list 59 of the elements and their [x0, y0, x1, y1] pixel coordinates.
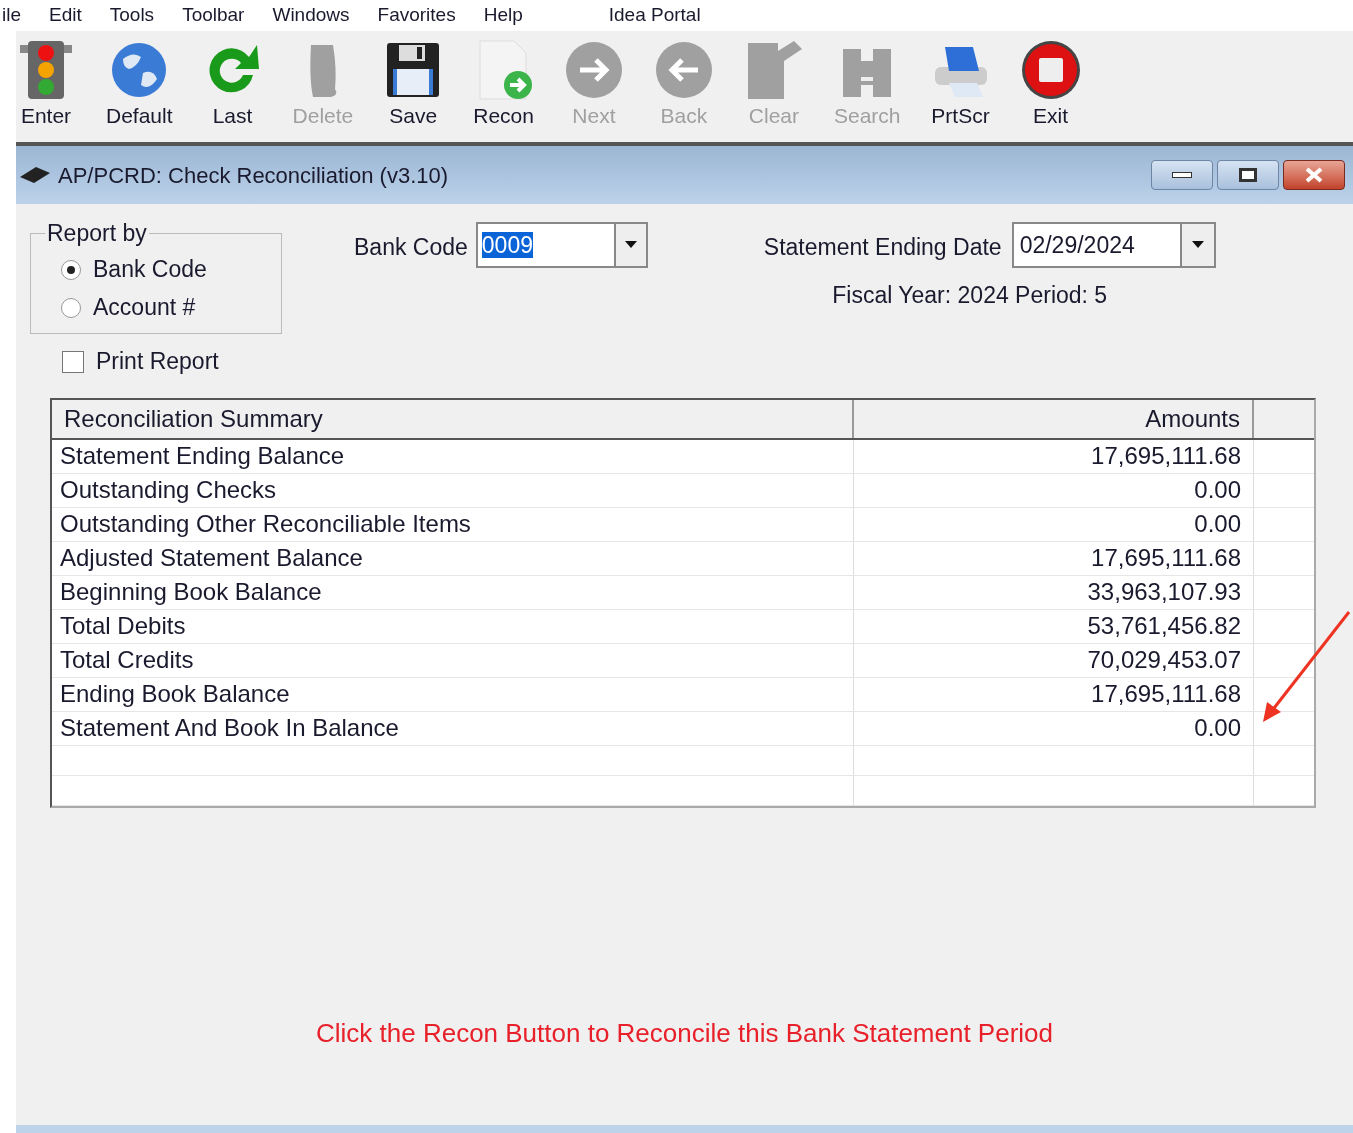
close-button[interactable] [1283, 160, 1345, 190]
menu-item[interactable]: Edit [49, 1, 82, 30]
minimize-button[interactable] [1151, 160, 1213, 190]
stop-icon [1020, 39, 1081, 101]
table-cell: Adjusted Statement Balance [52, 541, 854, 575]
radio-button[interactable] [61, 259, 81, 280]
close-icon [1304, 167, 1324, 183]
column-header: Reconciliation Summary [52, 399, 854, 438]
toolbar-button[interactable]: Enter [16, 39, 76, 131]
field-label: Bank Code [354, 233, 468, 262]
chip-icon [18, 165, 52, 185]
table-cell: 17,695,111.68 [854, 677, 1254, 711]
dropdown-caret-icon [1191, 241, 1204, 249]
toolbar-button[interactable]: Save [383, 39, 444, 131]
table-cell: 70,029,453.07 [854, 643, 1254, 677]
maximize-button[interactable] [1217, 160, 1279, 190]
menu-item[interactable]: Favorites [377, 1, 456, 30]
bank-code-dropdown[interactable]: 0009 [475, 222, 648, 268]
fiscal-period-text: Fiscal Year: 2024 Period: 5 [832, 281, 1108, 310]
table-cell: Beginning Book Balance [52, 575, 854, 609]
checkbox[interactable] [62, 350, 84, 373]
radio-option[interactable]: Account # [61, 288, 281, 327]
menu-item[interactable]: Tools [109, 1, 155, 30]
table-cell: 53,761,456.82 [854, 609, 1254, 643]
menu-item[interactable]: Windows [272, 1, 350, 30]
menu-item[interactable]: Toolbar [182, 1, 245, 30]
group-legend: Report by [45, 216, 149, 251]
field-label: Statement Ending Date [763, 233, 1002, 262]
left-arrow-circle-icon [653, 39, 714, 101]
table-cell: Total Credits [52, 643, 854, 677]
print-report-checkbox[interactable]: Print Report [62, 343, 330, 380]
table-cell: 17,695,111.68 [854, 439, 1254, 473]
date-dropdown[interactable]: 02/29/2024 [1011, 222, 1216, 268]
table-cell: 33,963,107.93 [854, 575, 1254, 609]
table-cell: Outstanding Other Reconciliable Items [52, 507, 854, 541]
radio-option[interactable]: Bank Code [61, 250, 281, 289]
table-cell: 0.00 [854, 507, 1254, 541]
table-cell: Ending Book Balance [52, 677, 854, 711]
table-cell: 0.00 [854, 711, 1254, 745]
table-cell: Total Debits [52, 609, 854, 643]
dropdown-caret-icon [624, 241, 637, 249]
column-header: Amounts [854, 399, 1254, 438]
toolbar-button[interactable]: Last [202, 39, 263, 131]
menu-item[interactable]: Help [483, 1, 523, 30]
toolbar-button[interactable]: Default [106, 39, 173, 131]
table-cell: Statement Ending Balance [52, 439, 854, 473]
instruction-message: Click the Recon Button to Reconcile this Bank Statement Period [315, 1017, 1054, 1050]
menu-item[interactable]: ile [2, 1, 21, 30]
toolbar-button[interactable]: Recon [473, 39, 534, 131]
toolbar-button[interactable]: Exit [1020, 39, 1081, 131]
table-cell: 0.00 [854, 473, 1254, 507]
table-cell: Statement And Book In Balance [52, 711, 854, 745]
right-arrow-circle-icon [563, 39, 624, 101]
toolbar-button[interactable]: PrtScr [930, 39, 991, 131]
table-cell: Outstanding Checks [52, 473, 854, 507]
menu-item[interactable]: Idea Portal [608, 1, 701, 30]
window-title: AP/PCRD: Check Reconciliation (v3.10) [58, 161, 450, 190]
radio-button[interactable] [61, 297, 81, 318]
table-cell: 17,695,111.68 [854, 541, 1254, 575]
